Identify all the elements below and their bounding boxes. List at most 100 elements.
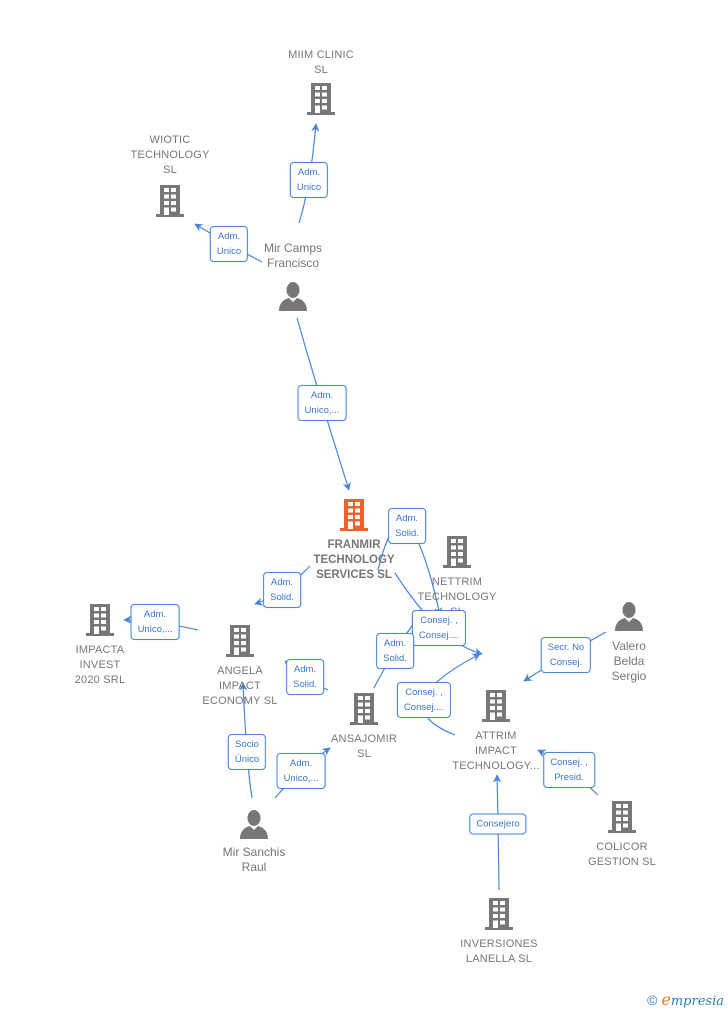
node-label-line: WIOTIC [149,134,191,146]
edge-role-label[interactable]: Socio Único [227,734,267,770]
node-label: ANGELA IMPACT ECONOMY SL [202,664,277,709]
building-icon [606,800,638,839]
edge-role-text: Socio [235,739,259,750]
edge-role-text: Adm. [293,664,317,675]
building-icon [338,498,370,537]
node-label: Valero Belda Sergio [612,639,647,684]
building-icon [84,603,116,642]
edge-role-text: Unico,... [283,773,319,784]
node-label-line: SL [357,748,371,760]
edge-role-text: Consej.... [418,630,460,641]
node-label-line: SERVICES SL [316,569,392,581]
edge-role-label[interactable]: Consej. , Presid. [543,752,595,788]
node-label-line: Belda [613,654,645,668]
node-label-line: Sergio [611,669,647,683]
node-label-line: INVERSIONES [460,938,538,950]
node-label: IMPACTA INVEST 2020 SRL [75,643,126,688]
edge-role-label[interactable]: Adm. Unico [289,162,329,198]
edge-role-text: Solid. [383,653,407,664]
node-label-line: ANGELA [217,665,263,677]
person-icon [278,281,308,316]
node-label: ANSAJOMIR SL [331,732,397,762]
edge-role-text: Unico [216,246,242,257]
node-label-line: GESTION SL [587,856,657,868]
building-icon [480,689,512,728]
edge-role-label[interactable]: Adm. Solid. [263,572,301,608]
node-label: FRANMIR TECHNOLOGY SERVICES SL [313,538,394,583]
edge-role-text: Adm. [270,577,294,588]
node-label-line: LANELLA SL [465,953,533,965]
edge-role-text: Secr. No [547,642,585,653]
person-icon [614,601,644,636]
edge-role-text: Adm. [217,231,241,242]
node-label: INVERSIONES LANELLA SL [460,937,537,967]
node-label-line: 2020 SRL [74,674,126,686]
node-label: Mir Camps Francisco [264,241,322,271]
node-label-line: MIIM CLINIC [288,49,354,61]
edge-role-label[interactable]: Consej. , Consej.... [396,682,452,718]
node-label-line: TECHNOLOGY... [452,760,540,772]
node-label-line: IMPACT [219,680,261,692]
edge-role-label[interactable]: Secr. No Consej. [540,637,592,673]
edge-role-label[interactable]: Adm. Unico,... [297,385,347,421]
node-label-line: TECHNOLOGY [417,591,497,603]
node-label-line: ECONOMY SL [202,695,278,707]
edge-role-label[interactable]: Adm. Unico,... [276,753,326,789]
edge-role-text: Solid. [270,592,294,603]
edge-role-label[interactable]: Adm. Unico,... [130,604,180,640]
edge-role-text: Consejero [476,818,520,830]
building-icon [441,535,473,574]
copyright-icon: © [647,991,658,1008]
node-label-line: NETTRIM [431,576,483,588]
edge-role-text: Consej. [549,657,583,668]
edge-role-text: Adm. [289,758,313,769]
node-label-line: Valero [612,639,646,653]
node-label-line: ATTRIM [475,730,517,742]
edge-role-text: Unico [296,182,322,193]
edge-role-text: Consej. , [405,687,443,698]
edge-role-text: Consej.... [403,702,445,713]
building-icon [154,184,186,223]
edge-role-label[interactable]: Consej. , Consej.... [411,610,467,646]
edge-role-label[interactable]: Consejero [469,813,527,835]
node-label-line: Francisco [266,256,320,270]
edge-role-text: Unico,... [304,405,340,416]
node-label: MIIM CLINIC SL [288,48,354,78]
node-label-line: Mir Camps [263,241,323,255]
edge-role-text: Consej. , [420,615,458,626]
node-label: COLICOR GESTION SL [588,840,656,870]
node-label-line: SL [163,164,177,176]
edge-role-text: Unico,... [137,624,173,635]
node-label-line: ANSAJOMIR [331,733,397,745]
edge-role-text: Consej. , [550,757,588,768]
node-label-line: IMPACT [475,745,517,757]
node-label-line: Mir Sanchis [222,845,286,859]
edge-role-label[interactable]: Adm. Solid. [286,659,324,695]
edge-role-label[interactable]: Adm. Solid. [388,508,426,544]
edge-role-label[interactable]: Adm. Solid. [376,633,414,669]
footer-brand: © empresia [647,990,724,1009]
person-icon [239,809,269,844]
building-icon [348,692,380,731]
edge-role-text: Adm. [297,167,321,178]
edge-role-text: Adm. [383,638,407,649]
node-label: ATTRIM IMPACT TECHNOLOGY... [452,729,539,774]
building-icon [305,82,337,121]
empresia-logo[interactable]: empresia [661,990,724,1009]
building-icon [483,897,515,936]
node-label-line: SL [314,64,328,76]
node-label-line: COLICOR [596,841,648,853]
node-label: WIOTIC TECHNOLOGY SL [130,133,209,178]
node-label-line: Raul [241,860,267,874]
node-label: Mir Sanchis Raul [223,845,286,875]
edge-role-label[interactable]: Adm. Unico [209,226,249,262]
edge-role-text: Único [234,754,260,765]
edge-role-text: Solid. [293,679,317,690]
building-icon [224,624,256,663]
edge-role-text: Adm. [310,390,334,401]
node-label-line: INVEST [79,659,121,671]
node-label-line: FRANMIR [327,539,381,551]
edge-role-text: Presid. [554,772,584,783]
edge-role-text: Adm. [395,513,419,524]
edge-role-text: Solid. [395,528,419,539]
